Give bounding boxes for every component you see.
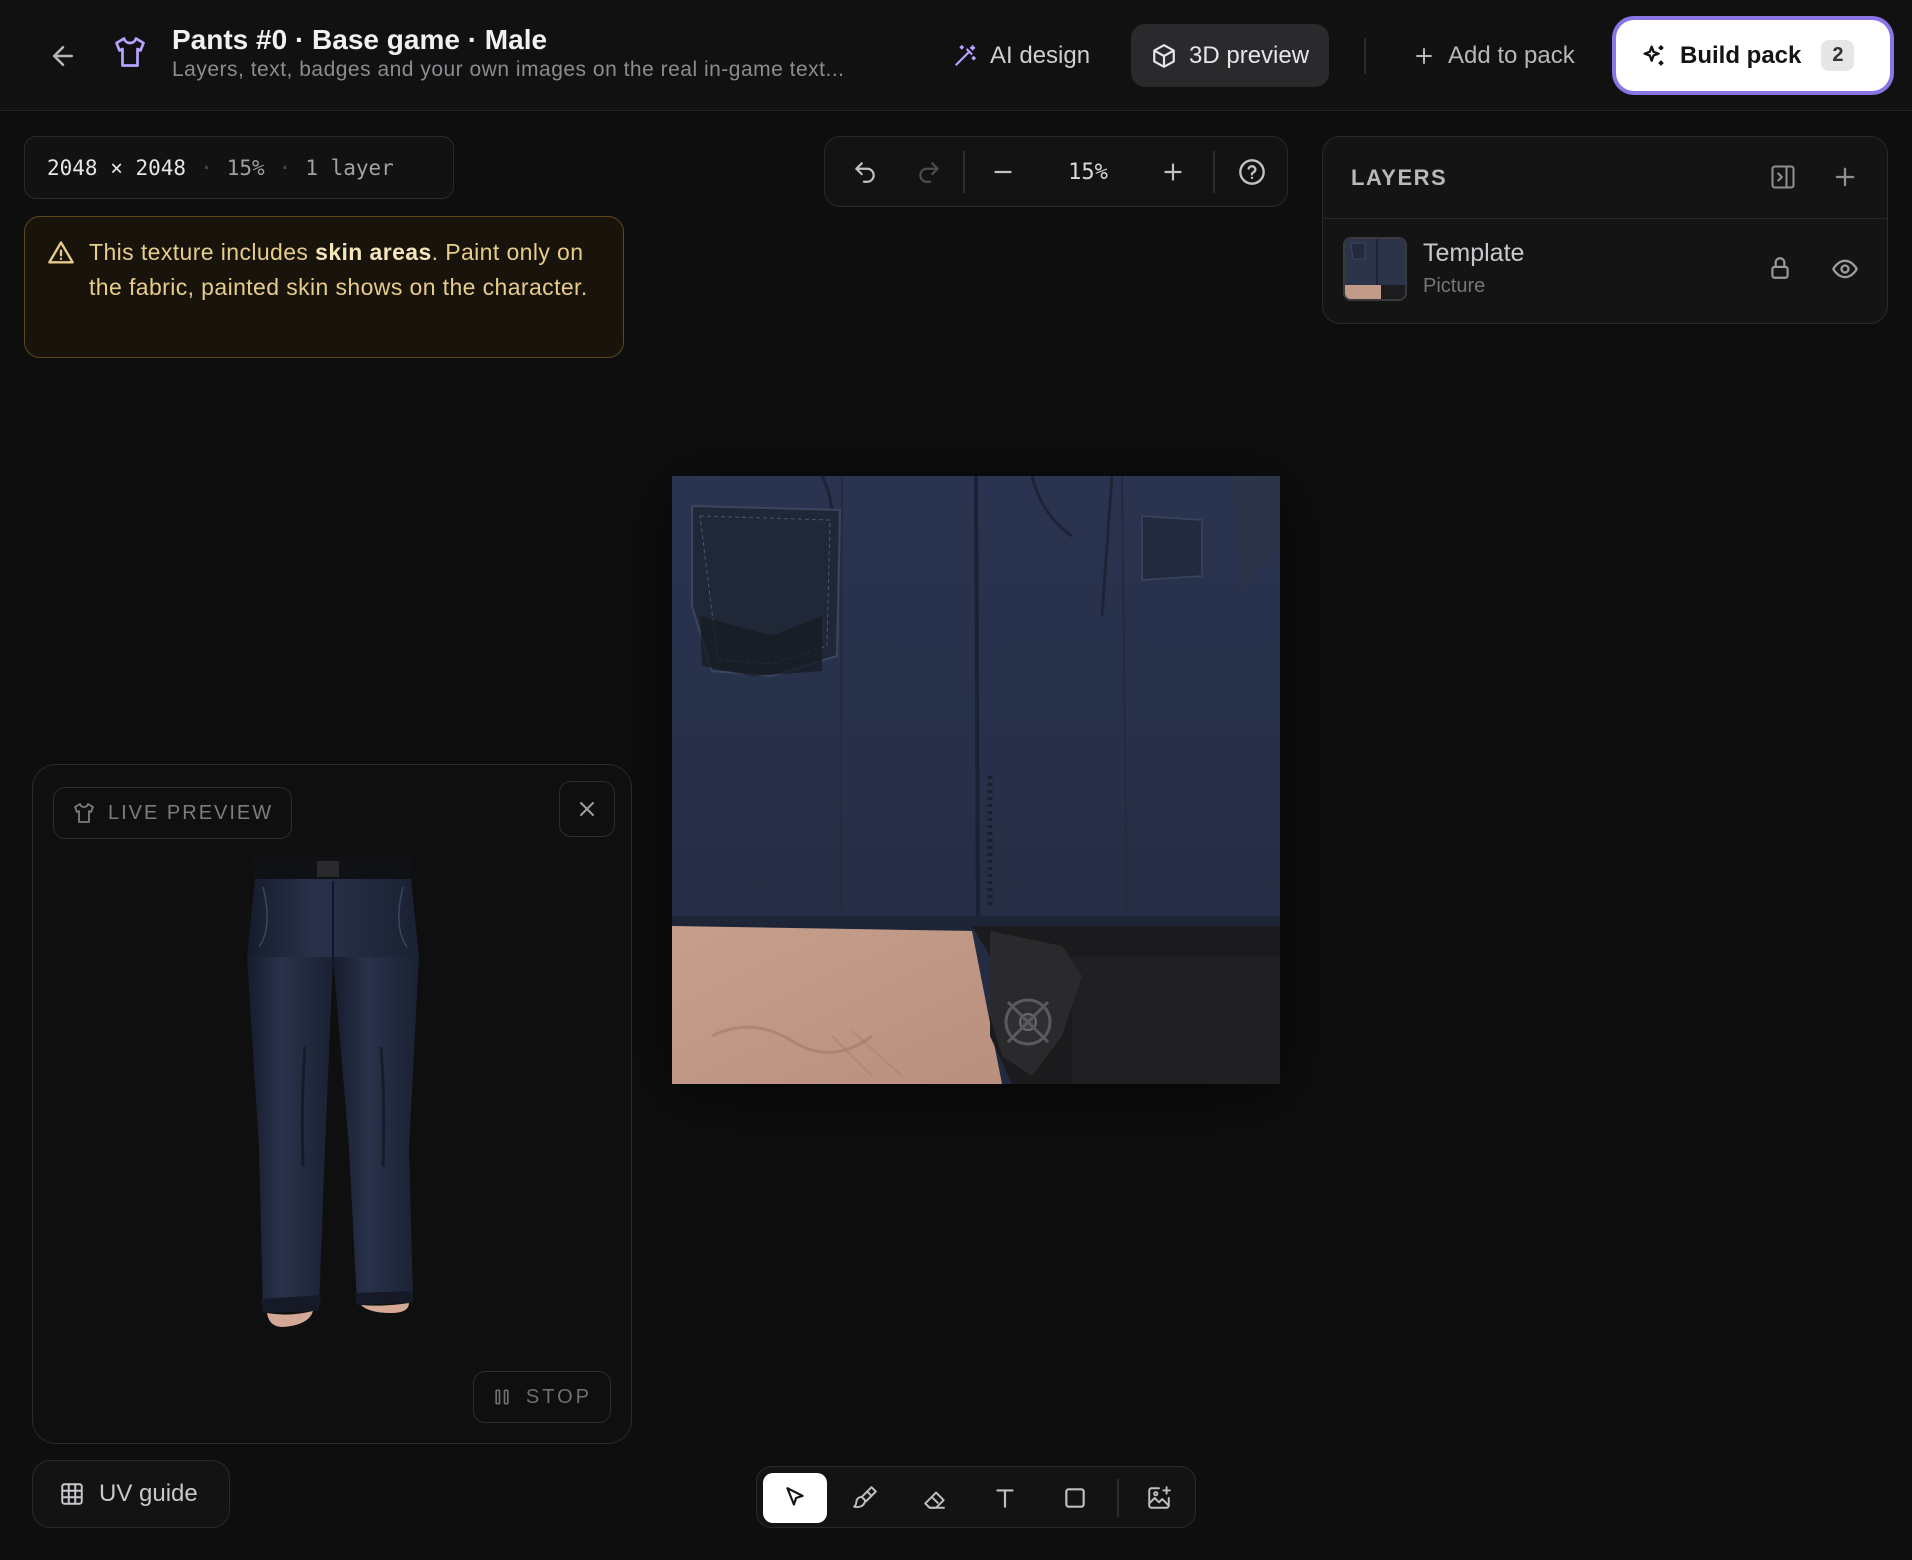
live-preview-panel: LIVE PREVIEW STOP	[32, 764, 632, 1444]
build-count-badge: 2	[1821, 40, 1855, 71]
image-tool-button[interactable]	[1127, 1473, 1191, 1523]
brush-icon	[853, 1486, 877, 1509]
toolbar-separator	[1117, 1479, 1119, 1517]
help-circle-icon	[1239, 159, 1265, 185]
panel-collapse-icon	[1771, 165, 1795, 189]
square-icon	[1065, 1488, 1085, 1508]
arrow-left-icon	[53, 46, 73, 66]
ai-design-label: AI design	[990, 41, 1091, 69]
warning-text-prefix: This texture includes	[89, 239, 316, 265]
layers-panel-header: LAYERS	[1323, 137, 1887, 219]
eraser-icon	[924, 1491, 945, 1509]
layers-title: LAYERS	[1351, 165, 1448, 190]
zoom-toolbar: 15%	[824, 136, 1288, 207]
undo-icon	[855, 162, 875, 183]
warning-text-strong: skin areas	[315, 239, 432, 265]
canvas-layer-count: 1 layer	[305, 155, 394, 180]
minus-icon	[994, 170, 1012, 174]
shirt-icon	[112, 34, 148, 70]
back-button[interactable]	[40, 36, 86, 76]
plus-icon	[1412, 44, 1436, 68]
close-icon	[580, 802, 594, 816]
toggle-visibility-button[interactable]	[1831, 255, 1859, 283]
canvas-zoom: 15%	[226, 155, 265, 180]
plus-icon	[1835, 167, 1855, 187]
zoom-level[interactable]: 15%	[1043, 137, 1133, 208]
separator-dot: ·	[200, 155, 213, 180]
add-layer-button[interactable]	[1831, 163, 1859, 191]
ai-design-button[interactable]: AI design	[932, 24, 1110, 87]
select-tool-button[interactable]	[763, 1473, 827, 1523]
shirt-icon	[74, 803, 94, 823]
build-pack-label: Build pack	[1680, 41, 1802, 69]
brush-tool-button[interactable]	[833, 1473, 897, 1523]
pants-3d-model	[247, 857, 419, 1327]
eraser-tool-button[interactable]	[903, 1473, 967, 1523]
zoom-in-button[interactable]	[1151, 151, 1195, 193]
stop-preview-button[interactable]: STOP	[472, 1371, 611, 1423]
uv-guide-button[interactable]: UV guide	[32, 1460, 230, 1528]
zoom-out-button[interactable]	[981, 151, 1025, 193]
skin-warning-banner: This texture includes skin areas. Paint …	[24, 216, 624, 358]
build-pack-button[interactable]: Build pack 2	[1616, 20, 1890, 91]
grid-icon	[61, 1483, 83, 1505]
text-tool-button[interactable]	[973, 1473, 1037, 1523]
undo-button[interactable]	[843, 151, 887, 193]
page-title: Pants #0 · Base game · Male	[172, 24, 548, 55]
collapse-panel-button[interactable]	[1769, 163, 1797, 191]
texture-canvas[interactable]	[672, 476, 1280, 1084]
add-to-pack-button[interactable]: Add to pack	[1392, 24, 1595, 87]
3d-preview-label: 3D preview	[1189, 41, 1310, 69]
redo-icon	[919, 162, 939, 183]
pause-icon	[495, 1389, 509, 1405]
3d-preview-button[interactable]: 3D preview	[1131, 24, 1330, 87]
plus-icon	[1164, 163, 1182, 181]
magic-wand-icon	[952, 43, 978, 69]
close-preview-button[interactable]	[559, 781, 615, 837]
stop-label: STOP	[525, 1385, 592, 1408]
layer-thumbnail	[1343, 237, 1407, 301]
redo-button[interactable]	[907, 151, 951, 193]
sparkles-icon	[1640, 42, 1668, 70]
image-add-icon	[1148, 1486, 1171, 1509]
pants-texture-image	[672, 476, 1280, 1084]
uv-guide-label: UV guide	[99, 1480, 198, 1507]
drawing-toolbar	[756, 1466, 1196, 1528]
cursor-icon	[786, 1487, 804, 1506]
toolbar-separator	[963, 151, 965, 193]
text-icon	[996, 1489, 1014, 1508]
page-subtitle: Layers, text, badges and your own images…	[172, 58, 845, 81]
warning-triangle-icon	[47, 239, 75, 267]
cube-icon	[1151, 43, 1177, 69]
rectangle-tool-button[interactable]	[1043, 1473, 1107, 1523]
live-preview-label: LIVE PREVIEW	[108, 801, 274, 824]
help-button[interactable]	[1230, 151, 1274, 193]
layer-type: Picture	[1423, 275, 1486, 297]
lock-icon	[1771, 257, 1789, 279]
layers-panel: LAYERS Template Picture	[1322, 136, 1888, 324]
separator-dot: ·	[278, 155, 292, 180]
lock-layer-button[interactable]	[1767, 255, 1793, 281]
canvas-info-chip: 2048 × 2048 · 15% · 1 layer	[24, 136, 454, 199]
add-to-pack-label: Add to pack	[1448, 41, 1575, 69]
toolbar-separator	[1213, 151, 1215, 193]
header-divider	[1364, 38, 1366, 74]
live-preview-badge: LIVE PREVIEW	[53, 787, 293, 839]
eye-icon	[1832, 259, 1858, 279]
top-bar: Pants #0 · Base game · Male Layers, text…	[0, 0, 1912, 111]
canvas-dimensions: 2048 × 2048	[47, 155, 187, 180]
layer-name: Template	[1423, 239, 1525, 267]
layer-item-template[interactable]	[1323, 219, 1887, 325]
